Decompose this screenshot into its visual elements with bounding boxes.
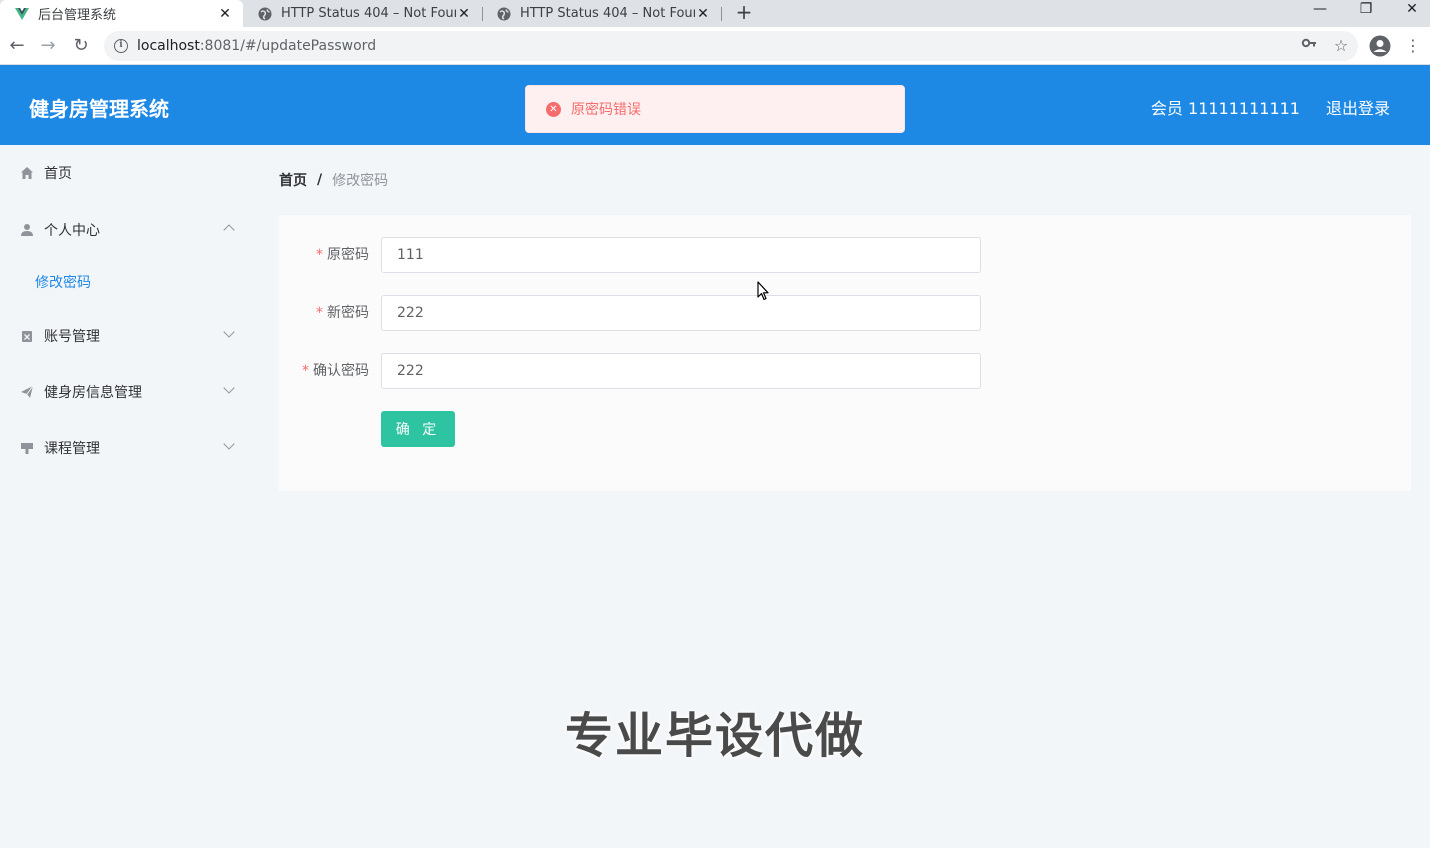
key-icon-svg <box>1301 38 1316 48</box>
sidebar-item-label: 健身房信息管理 <box>44 385 142 401</box>
sidebar-item-account-management[interactable]: 账号管理 <box>0 308 255 364</box>
browser-toolbar: ← → ↻ i localhost:8081/#/updatePassword … <box>0 27 1430 65</box>
sidebar-item-label: 首页 <box>44 166 72 182</box>
browser-tab-admin[interactable]: 后台管理系统 ✕ <box>0 0 243 27</box>
form-row-confirm-password: * 确认密码 <box>279 353 999 389</box>
chevron-down-icon <box>223 438 235 450</box>
required-asterisk: * <box>316 305 323 321</box>
current-user: 会员 11111111111 <box>1150 99 1300 118</box>
sidebar-item-label: 修改密码 <box>35 275 91 291</box>
breadcrumb-current: 修改密码 <box>332 173 389 189</box>
globe-icon <box>258 7 272 20</box>
send-icon <box>21 385 34 398</box>
account-icon <box>22 331 32 342</box>
back-arrow-icon[interactable]: ← <box>6 35 28 57</box>
sidebar-item-personal-center[interactable]: 个人中心 <box>0 202 255 258</box>
label-text: 原密码 <box>327 247 369 263</box>
new-password-label: * 新密码 <box>316 295 369 331</box>
app-title: 健身房管理系统 <box>29 97 169 121</box>
url-path: :8081/#/updatePassword <box>199 38 377 54</box>
vue-logo-icon <box>15 7 29 20</box>
new-password-input[interactable] <box>381 295 981 331</box>
breadcrumb-home[interactable]: 首页 <box>279 170 307 190</box>
course-icon <box>21 443 33 454</box>
kebab-menu-icon[interactable]: ⋮ <box>1402 35 1424 57</box>
change-password-form: *原密码 *新密码 *确认密码 确 定 <box>279 215 1411 491</box>
browser-tab-404-2[interactable]: HTTP Status 404 – Not Found ✕ <box>482 0 721 27</box>
window-close-icon[interactable]: ✕ <box>1397 0 1427 20</box>
confirm-password-input[interactable] <box>381 353 981 389</box>
close-icon[interactable]: ✕ <box>456 6 472 22</box>
sidebar-item-label: 课程管理 <box>44 441 100 457</box>
forward-arrow-icon[interactable]: → <box>37 35 59 57</box>
error-circle-icon: ✕ <box>546 101 561 117</box>
confirm-password-label: * 确认密码 <box>302 353 369 389</box>
chevron-down-icon <box>223 382 235 394</box>
minimize-icon[interactable]: — <box>1305 0 1335 20</box>
restore-icon[interactable]: ❐ <box>1351 0 1381 20</box>
logout-button[interactable]: 退出登录 <box>1326 95 1390 119</box>
required-asterisk: * <box>302 363 309 379</box>
chevron-up-icon <box>223 224 235 236</box>
sidebar-item-label: 账号管理 <box>44 329 100 345</box>
home-icon <box>21 167 33 179</box>
browser-tab-bar: 后台管理系统 ✕ HTTP Status 404 – Not Found ✕ H… <box>0 0 1430 27</box>
new-tab-plus-icon[interactable]: + <box>733 2 755 24</box>
info-icon[interactable]: i <box>114 39 128 53</box>
profile-icon-svg <box>1369 35 1391 57</box>
address-bar[interactable]: i localhost:8081/#/updatePassword <box>104 31 1358 61</box>
tab-title: HTTP Status 404 – Not Found <box>520 6 695 21</box>
sidebar-item-course-management[interactable]: 课程管理 <box>0 420 255 476</box>
url-host: localhost <box>137 38 200 54</box>
tab-separator <box>721 7 722 21</box>
form-row-old-password: * 原密码 <box>279 237 999 273</box>
sidebar-item-label: 个人中心 <box>44 223 100 239</box>
sidebar-item-gym-info[interactable]: 健身房信息管理 <box>0 364 255 420</box>
label-text: 新密码 <box>327 305 369 321</box>
sidebar-item-home[interactable]: 首页 <box>0 145 255 201</box>
close-icon[interactable]: ✕ <box>217 6 233 22</box>
profile-avatar-icon[interactable] <box>1369 35 1391 57</box>
tab-title: 后台管理系统 <box>38 8 117 23</box>
breadcrumb-separator: / <box>317 172 323 188</box>
breadcrumb: 首页 / 修改密码 <box>279 160 1411 200</box>
reload-icon[interactable]: ↻ <box>70 35 92 57</box>
required-asterisk: * <box>316 247 323 263</box>
key-icon[interactable] <box>1298 35 1320 57</box>
old-password-label: * 原密码 <box>316 237 369 273</box>
chevron-down-icon <box>223 326 235 338</box>
form-row-new-password: * 新密码 <box>279 295 999 331</box>
sidebar-item-change-password[interactable]: 修改密码 <box>0 257 255 307</box>
tab-title: HTTP Status 404 – Not Found <box>281 6 456 21</box>
confirm-button[interactable]: 确 定 <box>381 411 455 447</box>
watermark-text: 专业毕设代做 <box>564 708 865 764</box>
globe-icon <box>497 7 511 20</box>
user-icon <box>21 224 33 236</box>
error-toast: ✕ 原密码错误 <box>525 85 905 133</box>
star-bookmark-icon[interactable]: ☆ <box>1330 35 1352 57</box>
old-password-input[interactable] <box>381 237 981 273</box>
label-text: 确认密码 <box>313 363 369 379</box>
toast-message: 原密码错误 <box>571 102 641 118</box>
close-icon[interactable]: ✕ <box>695 6 711 22</box>
browser-tab-404-1[interactable]: HTTP Status 404 – Not Found ✕ <box>243 0 482 27</box>
mouse-pointer-icon <box>757 281 769 301</box>
